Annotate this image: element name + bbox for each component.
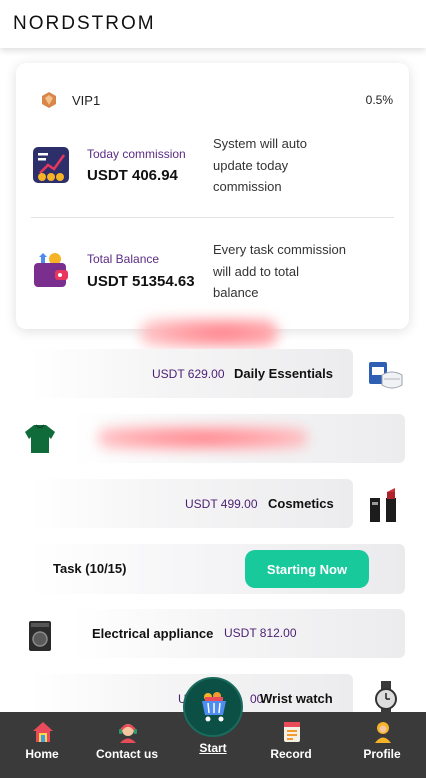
product-name: Electrical appliance xyxy=(92,626,214,641)
product-row-cosmetics[interactable]: USDT 499.00 Cosmetics xyxy=(30,479,353,528)
total-balance-value: USDT 51354.63 xyxy=(87,273,195,290)
commission-rate: 0.5% xyxy=(365,93,393,107)
record-icon xyxy=(284,722,300,742)
today-commission-label: Today commission xyxy=(87,147,186,161)
product-name: Cosmetics xyxy=(268,496,334,511)
total-balance-label: Total Balance xyxy=(87,252,160,266)
nav-record-label: Record xyxy=(270,747,312,761)
home-icon xyxy=(33,722,53,742)
nav-start-label[interactable]: Start xyxy=(183,741,243,755)
lipstick-icon xyxy=(370,488,396,522)
customer-service-icon xyxy=(119,724,137,743)
nav-home[interactable]: Home xyxy=(2,712,82,778)
product-price: USDT 629.00 xyxy=(152,367,225,381)
product-row-electrical-appliance[interactable]: Electrical appliance USDT 812.00 xyxy=(72,609,405,658)
nav-contact-us-label: Contact us xyxy=(95,747,158,761)
vip-badge-icon xyxy=(42,92,56,108)
blurred-banner xyxy=(140,318,278,348)
washing-machine-icon xyxy=(29,621,51,651)
product-name: Wrist watch xyxy=(260,691,333,706)
nav-profile[interactable]: Profile xyxy=(342,712,422,778)
blurred-product-name xyxy=(98,426,308,450)
account-summary-card: VIP1 0.5% Today commission USDT 406.94 S… xyxy=(16,63,409,329)
nav-profile-label: Profile xyxy=(363,747,401,761)
product-row-daily-essentials[interactable]: USDT 629.00 Daily Essentials xyxy=(30,349,353,398)
product-name: Daily Essentials xyxy=(234,366,333,381)
start-cart-button[interactable] xyxy=(183,677,243,737)
top-header: NORDSTROM xyxy=(0,0,426,48)
brand-logo: NORDSTROM xyxy=(13,13,156,34)
starting-now-button[interactable]: Starting Now xyxy=(245,550,369,588)
shopping-cart-icon xyxy=(202,692,226,722)
task-progress-row: Task (10/15) Starting Now xyxy=(30,544,405,594)
green-sweater-icon xyxy=(25,424,55,453)
vip-level: VIP1 xyxy=(72,93,101,108)
today-commission-value: USDT 406.94 xyxy=(87,167,178,184)
product-row-sweater[interactable] xyxy=(72,414,405,463)
product-price: USDT 812.00 xyxy=(224,626,297,640)
card-divider xyxy=(31,217,394,218)
face-mask-box-icon xyxy=(369,362,403,389)
profile-icon xyxy=(375,722,391,743)
nav-contact-us[interactable]: Contact us xyxy=(87,712,167,778)
wallet-icon xyxy=(34,253,68,287)
total-balance-desc: Every task commission will add to total … xyxy=(213,242,346,300)
product-price: USDT 499.00 xyxy=(185,497,258,511)
nav-home-label: Home xyxy=(25,747,59,761)
nav-record[interactable]: Record xyxy=(251,712,331,778)
task-counter: Task (10/15) xyxy=(53,561,127,576)
commission-chart-icon xyxy=(33,147,69,183)
today-commission-desc: System will auto update today commission xyxy=(213,136,307,194)
